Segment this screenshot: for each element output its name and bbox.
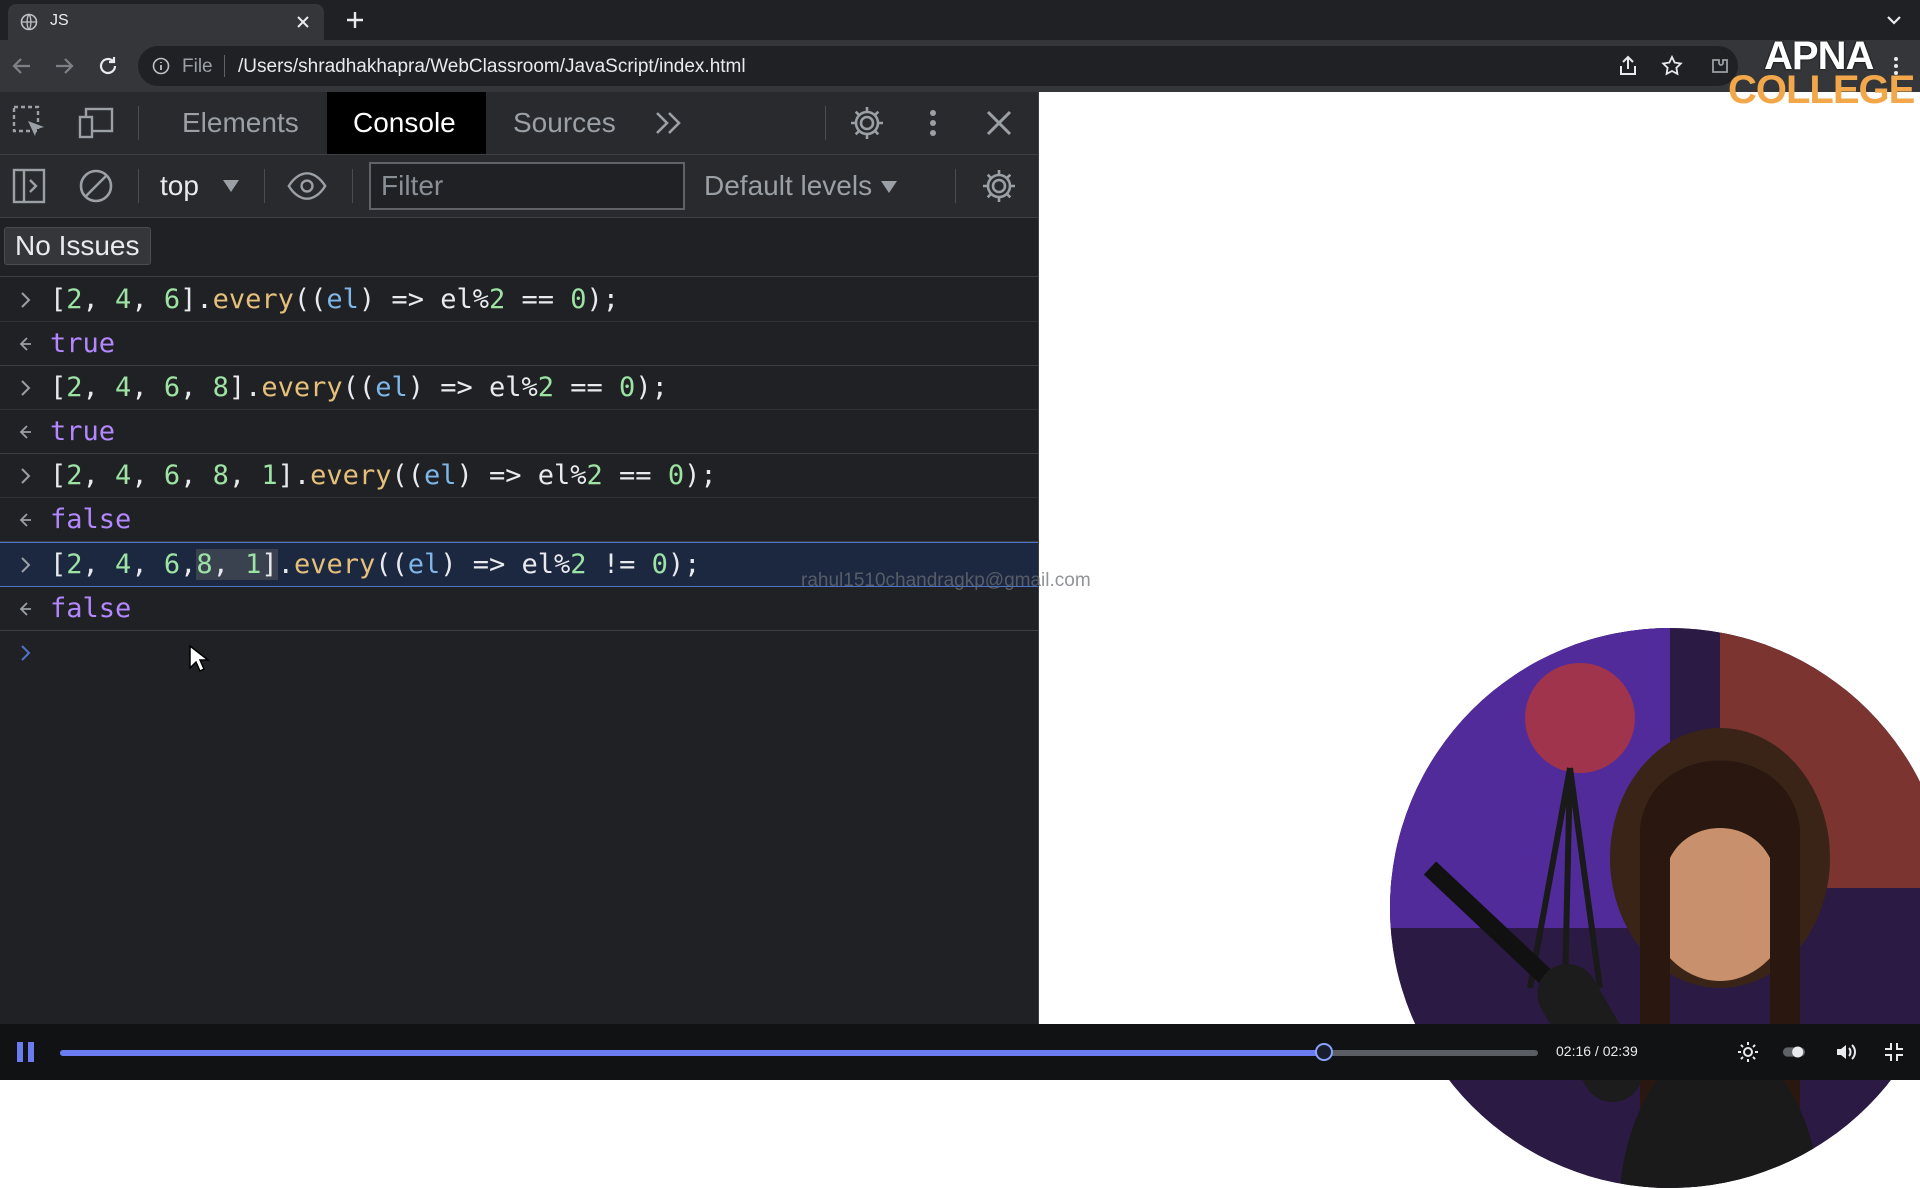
console-input-code: [2, 4, 6,8, 1].every((el) => el%2 != 0);	[50, 549, 701, 580]
url-text[interactable]: /Users/shradhakhapra/WebClassroom/JavaSc…	[238, 56, 746, 78]
close-tab-icon[interactable]	[294, 13, 312, 31]
eye-icon[interactable]	[287, 166, 327, 206]
pause-icon[interactable]	[14, 1040, 38, 1064]
divider	[352, 169, 353, 203]
tab-sources[interactable]: Sources	[487, 92, 642, 154]
devtools-panel: Elements Console Sources top Filter Defa…	[0, 92, 1091, 1024]
close-icon[interactable]	[979, 103, 1019, 143]
toggle-icon[interactable]	[1782, 1040, 1806, 1064]
device-toolbar-icon[interactable]	[76, 103, 116, 143]
chevron-right-icon	[16, 290, 36, 310]
url-scheme-label: File	[182, 56, 213, 77]
caret-down-icon	[880, 180, 898, 194]
divider	[138, 169, 139, 203]
seek-bar-fill	[60, 1050, 1324, 1056]
star-icon[interactable]	[1660, 54, 1684, 78]
divider	[138, 106, 139, 140]
tab-title: JS	[50, 12, 69, 29]
return-arrow-icon	[16, 422, 36, 442]
chevron-right-icon	[16, 378, 36, 398]
share-icon[interactable]	[1616, 54, 1640, 78]
time-display: 02:16 / 02:39	[1556, 1043, 1638, 1059]
browser-tab-strip: JS	[0, 0, 1920, 40]
console-result: true	[0, 322, 1038, 366]
filter-input[interactable]	[369, 162, 685, 210]
console-result: false	[0, 587, 1038, 631]
console-input-code: [2, 4, 6, 8].every((el) => el%2 == 0);	[50, 372, 668, 403]
tab-console[interactable]: Console	[327, 92, 486, 154]
no-issues-button[interactable]: No Issues	[4, 227, 151, 265]
console-prompt[interactable]	[0, 631, 1038, 674]
return-arrow-icon	[16, 599, 36, 619]
divider	[955, 169, 956, 203]
return-arrow-icon	[16, 510, 36, 530]
clear-console-icon[interactable]	[76, 166, 116, 206]
tab-elements[interactable]: Elements	[156, 92, 325, 154]
console-input[interactable]: [2, 4, 6].every((el) => el%2 == 0);	[0, 278, 1038, 322]
console-result-value: true	[50, 416, 116, 447]
gear-icon[interactable]	[847, 103, 887, 143]
console-input[interactable]: [2, 4, 6, 8, 1].every((el) => el%2 == 0)…	[0, 454, 1038, 498]
inspect-element-icon[interactable]	[10, 103, 50, 143]
chevron-right-icon	[16, 643, 36, 663]
sidebar-toggle-icon[interactable]	[10, 166, 50, 206]
chevron-down-icon[interactable]	[1884, 10, 1904, 30]
chevron-right-icon	[16, 466, 36, 486]
browser-toolbar: File /Users/shradhakhapra/WebClassroom/J…	[0, 40, 1920, 92]
watermark-text: rahul1510chandragkp@gmail.com	[801, 570, 1091, 591]
console-toolbar: top Default levels	[0, 155, 1038, 218]
log-levels-value: Default levels	[704, 170, 873, 201]
browser-tab[interactable]: JS	[8, 4, 324, 40]
chevron-right-icon	[16, 555, 36, 575]
console-log: [2, 4, 6].every((el) => el%2 == 0); true…	[0, 278, 1038, 674]
return-arrow-icon	[16, 334, 36, 354]
menu-dots-icon[interactable]	[1884, 54, 1908, 78]
back-icon[interactable]	[10, 54, 34, 78]
context-select[interactable]: top	[160, 167, 239, 205]
seek-bar[interactable]	[60, 1043, 1538, 1061]
console-settings-icon[interactable]	[979, 166, 1019, 206]
console-input-code: [2, 4, 6, 8, 1].every((el) => el%2 == 0)…	[50, 460, 717, 491]
console-result-value: false	[50, 593, 132, 624]
devtools-tab-bar: Elements Console Sources	[0, 92, 1038, 155]
console-result-value: false	[50, 504, 132, 535]
console-result: true	[0, 410, 1038, 454]
extension-icon[interactable]	[1708, 54, 1732, 78]
address-bar[interactable]: File /Users/shradhakhapra/WebClassroom/J…	[138, 46, 1738, 86]
forward-icon[interactable]	[52, 54, 76, 78]
console-input[interactable]: [2, 4, 6, 8].every((el) => el%2 == 0);	[0, 366, 1038, 410]
gear-icon[interactable]	[1736, 1040, 1760, 1064]
exit-fullscreen-icon[interactable]	[1882, 1040, 1906, 1064]
issues-bar: No Issues	[0, 218, 1038, 277]
caret-down-icon	[222, 179, 240, 193]
volume-icon[interactable]	[1834, 1040, 1858, 1064]
console-result: false	[0, 498, 1038, 542]
presenter-webcam	[1390, 628, 1920, 1188]
mouse-cursor-icon	[188, 644, 210, 674]
video-player-controls: 02:16 / 02:39	[0, 1024, 1920, 1080]
divider	[264, 169, 265, 203]
new-tab-icon[interactable]	[344, 9, 366, 31]
more-tabs-icon[interactable]	[649, 103, 689, 143]
console-result-value: true	[50, 328, 116, 359]
context-select-value: top	[160, 170, 199, 201]
console-input-code: [2, 4, 6].every((el) => el%2 == 0);	[50, 284, 620, 315]
kebab-menu-icon[interactable]	[913, 103, 953, 143]
log-levels-select[interactable]: Default levels	[704, 167, 897, 205]
reload-icon[interactable]	[96, 54, 120, 78]
info-icon[interactable]	[152, 57, 170, 75]
globe-icon	[20, 13, 38, 31]
divider	[224, 55, 225, 77]
divider	[825, 106, 826, 140]
seek-bar-handle[interactable]	[1314, 1043, 1333, 1061]
